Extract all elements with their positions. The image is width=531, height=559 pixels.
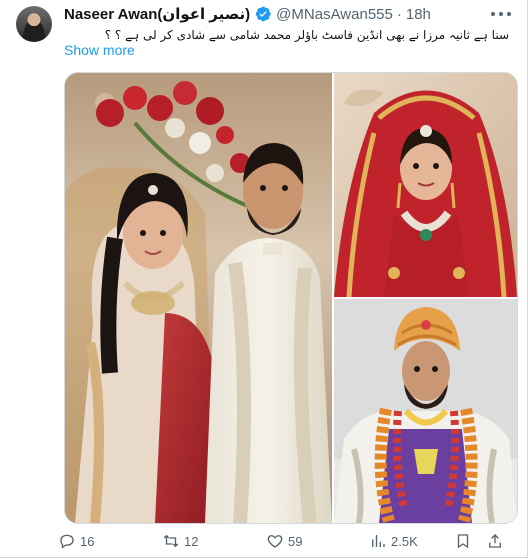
reply-icon xyxy=(60,534,74,549)
more-options-button[interactable] xyxy=(491,6,511,22)
author-name[interactable]: Naseer Awan(نصیر اعوان) xyxy=(64,5,250,23)
groom-turban-garland-photo[interactable] xyxy=(334,299,517,523)
bookmark-icon xyxy=(457,534,469,549)
like-count: 59 xyxy=(288,533,303,549)
tweet-card[interactable]: Naseer Awan(نصیر اعوان) @MNasAwan555 · 1… xyxy=(0,0,528,558)
media-grid xyxy=(64,72,518,524)
bride-red-dress-photo[interactable] xyxy=(334,73,517,297)
avatar[interactable] xyxy=(16,6,52,42)
repost-button[interactable]: 12 xyxy=(162,530,198,552)
reply-button[interactable]: 16 xyxy=(58,530,94,552)
tweet-timestamp[interactable]: 18h xyxy=(406,6,431,23)
heart-icon xyxy=(267,535,283,548)
bookmark-button[interactable] xyxy=(454,530,472,552)
verified-badge-icon xyxy=(254,5,272,23)
author-handle[interactable]: @MNasAwan555 xyxy=(276,6,393,23)
repost-icon xyxy=(163,534,179,548)
show-more-link[interactable]: Show more xyxy=(64,42,135,58)
views-button[interactable]: 2.5K xyxy=(369,530,418,552)
repost-count: 12 xyxy=(184,533,199,549)
tweet-actions: 16 12 59 2.5K xyxy=(58,530,517,552)
wedding-couple-photo[interactable] xyxy=(65,73,332,523)
separator-dot: · xyxy=(396,5,402,23)
views-count: 2.5K xyxy=(391,533,418,549)
tweet-header: Naseer Awan(نصیر اعوان) @MNasAwan555 · 1… xyxy=(64,4,431,24)
more-dot-icon xyxy=(507,12,511,16)
share-icon xyxy=(489,534,501,548)
reply-count: 16 xyxy=(80,533,95,549)
like-button[interactable]: 59 xyxy=(266,530,302,552)
analytics-icon xyxy=(372,535,385,547)
more-dot-icon xyxy=(499,12,503,16)
share-button[interactable] xyxy=(486,530,504,552)
more-dot-icon xyxy=(491,12,495,16)
tweet-text: سنا ہے ثانیہ مرزا نے بھی انڈین فاسٹ باؤل… xyxy=(104,28,509,42)
